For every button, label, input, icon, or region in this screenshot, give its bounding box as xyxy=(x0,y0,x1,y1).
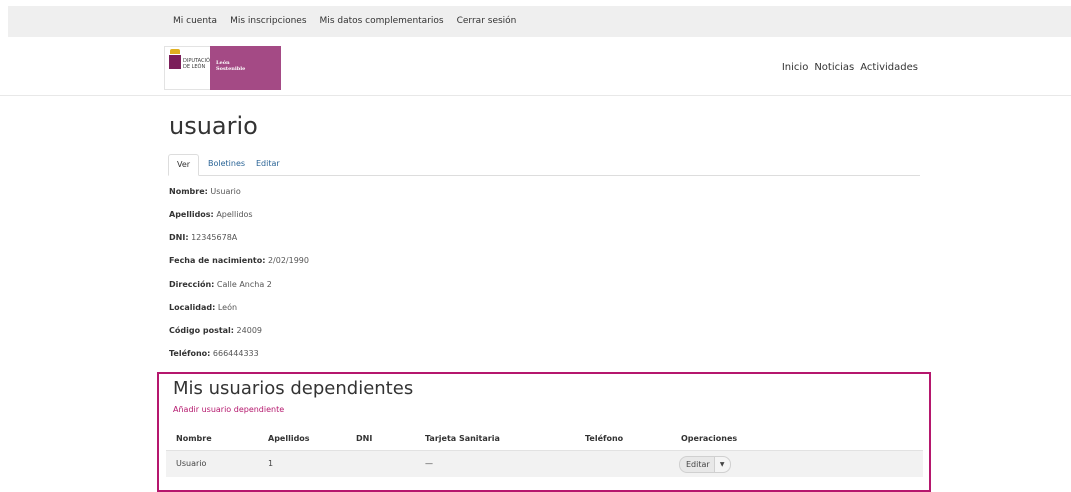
dependent-users-panel: Mis usuarios dependientes Añadir usuario… xyxy=(157,372,931,492)
leon-sostenible-logo[interactable]: León Sostenible xyxy=(210,46,281,90)
site-header: DIPUTACIÓN DE LEÓN León Sostenible Inici… xyxy=(0,38,1071,96)
field-codigo-postal: Código postal: 24009 xyxy=(169,326,262,335)
field-apellidos: Apellidos: Apellidos xyxy=(169,210,253,219)
account-links: Mi cuenta Mis inscripciones Mis datos co… xyxy=(173,16,516,26)
tab-editar[interactable]: Editar xyxy=(256,154,280,174)
field-direccion: Dirección: Calle Ancha 2 xyxy=(169,280,272,289)
nav-inicio[interactable]: Inicio xyxy=(782,62,808,73)
dependents-table-header: Nombre Apellidos DNI Tarjeta Sanitaria T… xyxy=(159,430,929,450)
field-fecha-nacimiento: Fecha de nacimiento: 2/02/1990 xyxy=(169,256,309,265)
edit-dropdown-button[interactable]: Editar ▼ xyxy=(679,456,731,473)
dependents-title: Mis usuarios dependientes xyxy=(173,378,414,399)
cell-tarjeta: — xyxy=(425,459,433,468)
my-registrations-link[interactable]: Mis inscripciones xyxy=(230,16,306,26)
table-row: Usuario 1 — Editar ▼ xyxy=(166,450,923,477)
nav-noticias[interactable]: Noticias xyxy=(814,62,854,73)
top-utility-bar: Mi cuenta Mis inscripciones Mis datos co… xyxy=(8,6,1071,37)
complementary-data-link[interactable]: Mis datos complementarios xyxy=(320,16,444,26)
tab-ver[interactable]: Ver xyxy=(168,154,200,176)
cell-apellidos: 1 xyxy=(268,459,274,468)
field-telefono: Teléfono: 666444333 xyxy=(169,349,259,358)
cell-nombre: Usuario xyxy=(176,459,207,468)
main-nav: Inicio Noticias Actividades xyxy=(782,62,918,73)
col-apellidos: Apellidos xyxy=(268,434,310,443)
col-nombre: Nombre xyxy=(176,434,212,443)
logo-secondary-line-2: Sostenible xyxy=(216,66,246,72)
col-dni: DNI xyxy=(356,434,373,443)
crest-icon xyxy=(169,49,181,69)
diputacion-logo[interactable]: DIPUTACIÓN DE LEÓN xyxy=(164,46,214,90)
add-dependent-link[interactable]: Añadir usuario dependiente xyxy=(173,405,284,414)
col-operaciones: Operaciones xyxy=(681,434,738,443)
logout-link[interactable]: Cerrar sesión xyxy=(457,16,517,26)
col-tarjeta-sanitaria: Tarjeta Sanitaria xyxy=(425,434,500,443)
edit-button-label: Editar xyxy=(686,460,710,469)
page-title: usuario xyxy=(169,112,258,140)
field-localidad: Localidad: León xyxy=(169,303,238,312)
caret-down-icon[interactable]: ▼ xyxy=(713,457,730,472)
field-dni: DNI: 12345678A xyxy=(169,233,238,242)
user-tabs: Ver Boletines Editar xyxy=(168,154,920,176)
field-nombre: Nombre: Usuario xyxy=(169,187,241,196)
my-account-link[interactable]: Mi cuenta xyxy=(173,16,217,26)
tab-boletines[interactable]: Boletines xyxy=(208,154,245,174)
nav-actividades[interactable]: Actividades xyxy=(860,62,918,73)
col-telefono: Teléfono xyxy=(585,434,624,443)
